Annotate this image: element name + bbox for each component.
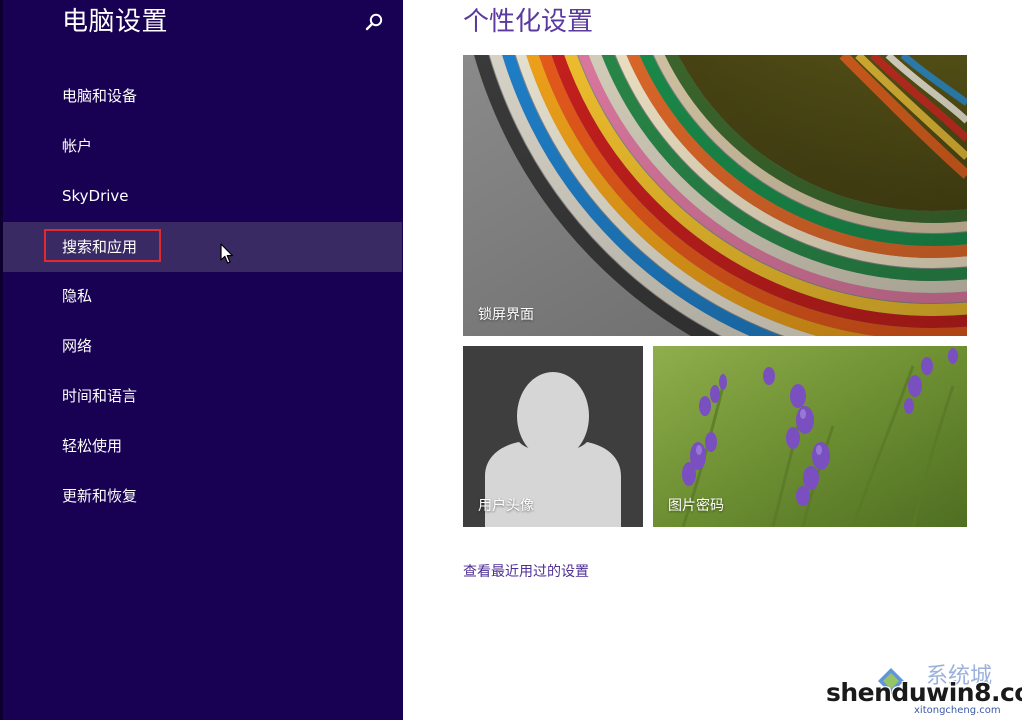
tile-label: 图片密码: [668, 498, 724, 514]
watermark-sub-text: xitongcheng.com: [914, 705, 1001, 716]
sidebar-item-label: 更新和恢复: [62, 487, 138, 505]
sidebar-item-label: SkyDrive: [62, 187, 129, 205]
mouse-pointer-icon: [220, 243, 234, 265]
sidebar-item-time-and-language[interactable]: 时间和语言: [3, 371, 402, 421]
sidebar-item-label: 搜索和应用: [62, 238, 138, 256]
sidebar-item-label: 时间和语言: [62, 387, 138, 405]
search-icon: [365, 13, 383, 31]
sidebar-item-search-and-apps[interactable]: 搜索和应用: [3, 222, 402, 272]
sidebar-title: 电脑设置: [62, 7, 169, 37]
sidebar-item-label: 电脑和设备: [62, 87, 138, 105]
sidebar-item-update-and-recovery[interactable]: 更新和恢复: [3, 471, 402, 521]
watermark-main-text: shenduwin8.com: [826, 678, 1022, 707]
picture-password-tile[interactable]: 图片密码: [653, 346, 967, 527]
lock-screen-tile[interactable]: 锁屏界面: [463, 55, 967, 336]
sidebar-item-label: 网络: [62, 337, 93, 355]
lock-screen-image: [463, 55, 967, 336]
account-picture-tile[interactable]: 用户头像: [463, 346, 643, 527]
sidebar-item-skydrive[interactable]: SkyDrive: [3, 171, 402, 221]
tile-label: 锁屏界面: [478, 307, 534, 323]
sidebar-item-network[interactable]: 网络: [3, 321, 402, 371]
tile-label: 用户头像: [478, 498, 534, 514]
recent-settings-link[interactable]: 查看最近用过的设置: [463, 562, 589, 582]
sidebar-item-label: 帐户: [62, 137, 93, 155]
settings-sidebar: 电脑设置 电脑和设备 帐户 SkyDrive 搜索和应用 隐私 网络 时间和语言…: [0, 0, 403, 720]
sidebar-item-label: 轻松使用: [62, 437, 123, 455]
sidebar-item-pc-and-devices[interactable]: 电脑和设备: [3, 71, 402, 121]
sidebar-item-label: 隐私: [62, 287, 93, 305]
sidebar-item-privacy[interactable]: 隐私: [3, 271, 402, 321]
search-button[interactable]: [362, 10, 386, 34]
sidebar-item-ease-of-access[interactable]: 轻松使用: [3, 421, 402, 471]
site-watermark: 系统城 shenduwin8.com xitongcheng.com: [822, 664, 1022, 718]
page-title: 个性化设置: [463, 7, 594, 37]
sidebar-item-accounts[interactable]: 帐户: [3, 121, 402, 171]
